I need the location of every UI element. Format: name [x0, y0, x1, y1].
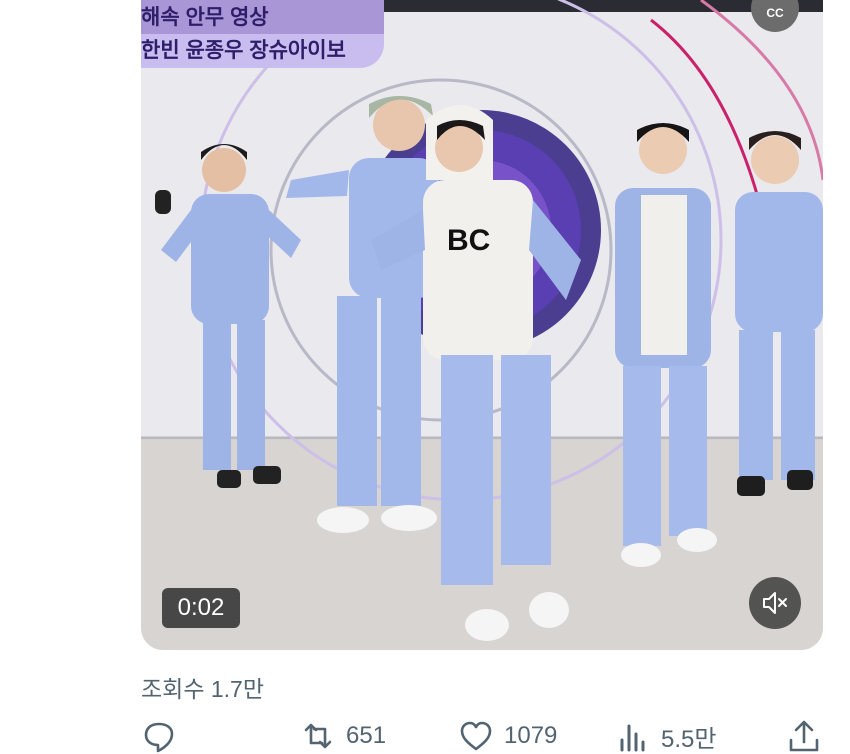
reply-button[interactable]: [141, 718, 177, 754]
reply-icon: [144, 722, 174, 753]
analytics-count: 5.5만: [661, 725, 717, 753]
shirt-text: BC: [447, 224, 490, 257]
tweet-action-bar: 651 1079 5.5만: [0, 718, 850, 754]
like-icon: [460, 721, 492, 751]
share-icon: [789, 720, 819, 752]
caption-line-1: 해속 안무 영상: [141, 6, 269, 29]
retweet-count: 651: [346, 722, 387, 749]
video-player[interactable]: BC 해속 안무 영상 한빈 윤종우 장슈아이보 CC 0:02: [141, 0, 823, 650]
mute-button[interactable]: [749, 577, 801, 629]
share-button[interactable]: [786, 718, 822, 754]
video-caption-overlay: 해속 안무 영상 한빈 윤종우 장슈아이보: [141, 0, 384, 68]
video-frame: BC: [141, 0, 823, 650]
like-count: 1079: [504, 722, 558, 749]
caption-line-2: 한빈 윤종우 장슈아이보: [141, 34, 384, 68]
mute-icon: [763, 592, 787, 614]
captions-icon: CC: [766, 6, 784, 20]
retweet-icon: [304, 723, 332, 749]
analytics-button[interactable]: 5.5만: [615, 718, 716, 754]
like-button[interactable]: 1079: [458, 718, 557, 754]
analytics-icon: [620, 724, 645, 752]
view-count: 조회수 1.7만: [141, 676, 265, 702]
video-timestamp: 0:02: [162, 588, 240, 628]
retweet-button[interactable]: 651: [300, 718, 386, 754]
